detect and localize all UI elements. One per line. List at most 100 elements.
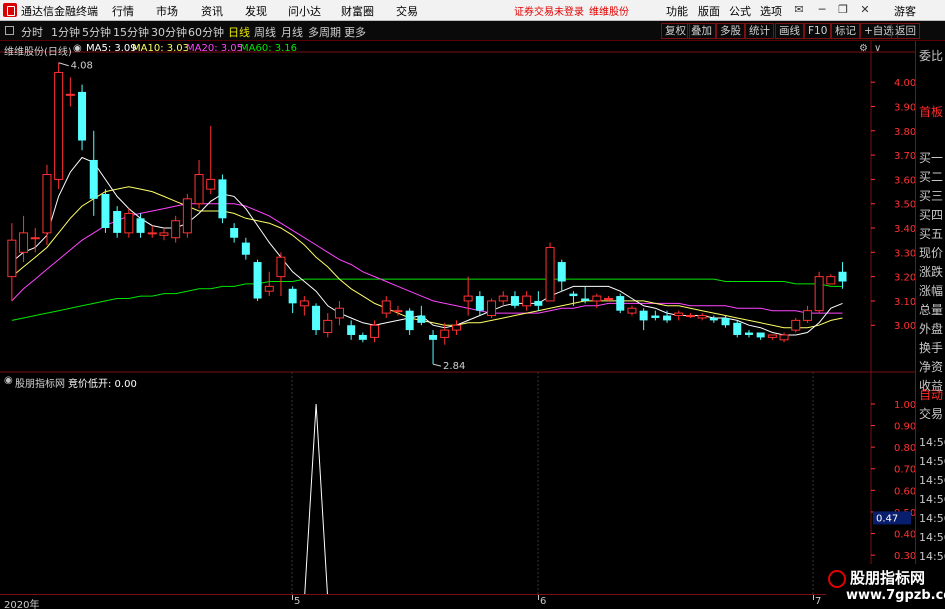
menu-trade[interactable]: 交易 bbox=[396, 3, 418, 19]
title-bar: 通达信金融终端 行情 市场 资讯 发现 问小达 财富圈 交易 证券交易未登录 维… bbox=[0, 0, 945, 21]
candle-body-up bbox=[545, 246, 555, 302]
candle-body-up bbox=[498, 295, 508, 302]
candle-body-up bbox=[627, 307, 637, 314]
tab-weekly[interactable]: 周线 bbox=[254, 24, 276, 40]
sub-axis-label: 0.30 bbox=[894, 551, 915, 562]
legend-toggle-icon[interactable]: ◉ bbox=[73, 43, 82, 54]
side-panel-item: 现价 bbox=[919, 246, 944, 260]
tab-multi-period[interactable]: 多周期 bbox=[308, 24, 341, 40]
candle-body-down bbox=[136, 218, 145, 233]
candle-body-up bbox=[194, 174, 204, 205]
side-panel-item: 买三 bbox=[919, 189, 944, 203]
guest-user[interactable]: 游客 bbox=[894, 3, 916, 19]
statistics-button[interactable]: 统计 bbox=[745, 23, 774, 39]
menu-market[interactable]: 市场 bbox=[156, 3, 178, 19]
settings-icon[interactable]: ⚙ bbox=[859, 43, 868, 54]
app-logo-icon bbox=[3, 3, 17, 17]
candle-body-up bbox=[767, 334, 777, 338]
adjust-price-button[interactable]: 复权 bbox=[661, 23, 690, 39]
candle-body-down bbox=[756, 332, 765, 338]
side-panel-item: 14:56 bbox=[919, 455, 945, 468]
price-axis-label: 3.70 bbox=[894, 151, 915, 162]
tab-1min[interactable]: 1分钟 bbox=[51, 24, 80, 40]
sub-axis-current: 0.47 bbox=[876, 513, 898, 524]
tab-15min[interactable]: 15分钟 bbox=[113, 24, 149, 40]
draw-line-button[interactable]: 画线 bbox=[775, 23, 804, 39]
candle-body-down bbox=[417, 315, 426, 323]
side-panel-item[interactable]: 交易 bbox=[919, 405, 943, 422]
candle-body-up bbox=[54, 71, 64, 180]
f10-button[interactable]: F10 bbox=[804, 23, 832, 39]
menu-function[interactable]: 功能 bbox=[666, 3, 688, 19]
candle-body-up bbox=[814, 276, 824, 312]
tab-timeshare[interactable]: 分时 bbox=[21, 24, 43, 40]
candle-body-up bbox=[826, 276, 836, 285]
tab-60min[interactable]: 60分钟 bbox=[188, 24, 224, 40]
ma10-line bbox=[11, 186, 843, 329]
login-notice[interactable]: 证券交易未登录 bbox=[514, 3, 584, 18]
sub-axis-label: 0.40 bbox=[894, 530, 915, 541]
sub-axis-label: 1.00 bbox=[894, 400, 915, 411]
high-marker-line bbox=[58, 62, 69, 67]
back-button[interactable]: 返回 bbox=[891, 23, 920, 39]
menu-assistant[interactable]: 问小达 bbox=[288, 3, 321, 19]
x-label-month-7: 7 bbox=[815, 596, 822, 607]
sub-axis-label: 0.70 bbox=[894, 465, 915, 476]
current-stock-name: 维维股份 bbox=[589, 7, 629, 18]
sub-legend-item: 竞价低开: 0.00 bbox=[68, 379, 137, 390]
watermark-logo-icon bbox=[828, 570, 846, 588]
tab-more[interactable]: 更多 bbox=[344, 24, 366, 40]
low-annotation: 2.84 bbox=[443, 361, 465, 372]
quote-side-panel: 委比首板买一买二买三买四买五现价涨跌涨幅总量外盘换手净资收益自动交易14:561… bbox=[915, 41, 945, 594]
price-axis-label: 3.20 bbox=[894, 273, 915, 284]
candle-body-down bbox=[838, 271, 847, 282]
indicator-line bbox=[304, 403, 328, 594]
candle-body-up bbox=[463, 295, 473, 302]
minimize-icon[interactable]: ─ bbox=[815, 3, 829, 17]
side-panel-item: 14:56 bbox=[919, 474, 945, 487]
side-panel-item[interactable]: 自动 bbox=[919, 386, 943, 403]
close-icon[interactable]: ✕ bbox=[858, 3, 872, 17]
tab-30min[interactable]: 30分钟 bbox=[151, 24, 187, 40]
tab-daily[interactable]: 日线 bbox=[228, 24, 250, 40]
candle-body-up bbox=[697, 315, 707, 319]
tab-5min[interactable]: 5分钟 bbox=[82, 24, 111, 40]
x-label-year: 2020年 bbox=[4, 600, 40, 609]
sub-legend-icon[interactable]: ◉ bbox=[4, 375, 13, 386]
candle-body-down bbox=[429, 334, 438, 340]
sub-legend-title: 股朋指标网 bbox=[15, 379, 65, 390]
chart-svg: 4.00 3.90 3.80 3.70 3.60 3.50 3.40 3.30 3.20 3.10… bbox=[0, 41, 915, 594]
mark-button[interactable]: 标记 bbox=[831, 23, 860, 39]
candle-body-down bbox=[616, 296, 625, 311]
kline-chart[interactable]: 4.00 3.90 3.80 3.70 3.60 3.50 3.40 3.30 3.20 3.10… bbox=[0, 41, 915, 594]
menu-news[interactable]: 资讯 bbox=[201, 3, 223, 19]
overlay-button[interactable]: 叠加 bbox=[687, 23, 716, 39]
candle-body-up bbox=[276, 256, 286, 278]
candle-body-down bbox=[101, 193, 110, 229]
menu-wealth[interactable]: 财富圈 bbox=[341, 3, 374, 19]
side-panel-item: 买一 bbox=[919, 151, 944, 165]
time-axis: 2020年 5 6 7 bbox=[0, 594, 945, 609]
restore-icon[interactable]: ❐ bbox=[836, 3, 850, 17]
mail-icon[interactable]: ✉ bbox=[792, 3, 806, 17]
candle-body-down bbox=[78, 91, 87, 141]
price-axis-label: 3.10 bbox=[894, 297, 915, 308]
collapse-icon[interactable]: ∨ bbox=[874, 43, 881, 54]
price-axis-label: 3.80 bbox=[894, 127, 915, 138]
price-axis-label: 3.50 bbox=[894, 200, 915, 211]
candle-body-down bbox=[557, 262, 566, 282]
menu-formula[interactable]: 公式 bbox=[729, 3, 751, 19]
menu-quotes[interactable]: 行情 bbox=[112, 3, 134, 19]
side-panel-item: 涨幅 bbox=[919, 284, 944, 298]
menu-discover[interactable]: 发现 bbox=[245, 3, 267, 19]
side-panel-item: 净资 bbox=[919, 360, 944, 374]
multi-stock-button[interactable]: 多股 bbox=[716, 23, 745, 39]
x-label-month-5: 5 bbox=[294, 596, 301, 607]
tab-monthly[interactable]: 月线 bbox=[281, 24, 303, 40]
menu-layout[interactable]: 版面 bbox=[698, 3, 720, 19]
legend-ma10: MA10: 3.03 bbox=[132, 43, 190, 54]
panel-toggle-icon[interactable] bbox=[5, 26, 14, 35]
x-tick-mark bbox=[813, 595, 814, 600]
menu-options[interactable]: 选项 bbox=[760, 3, 782, 19]
candle-body-down bbox=[569, 293, 578, 297]
